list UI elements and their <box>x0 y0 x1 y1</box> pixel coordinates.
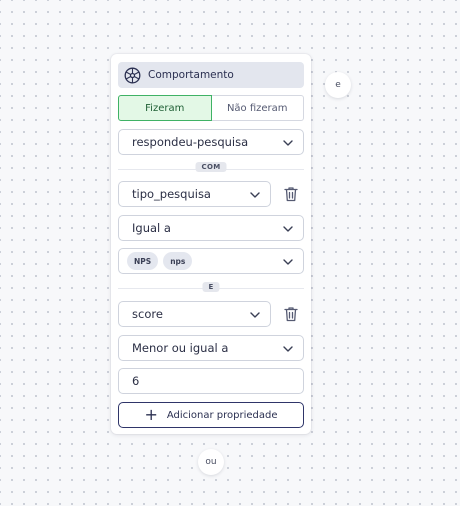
chevron-down-icon <box>250 312 260 318</box>
did-toggle: Fizeram Não fizeram <box>118 95 304 121</box>
with-label: COM <box>195 162 227 172</box>
property1-values-select[interactable]: NPS nps <box>118 248 304 274</box>
chevron-down-icon <box>250 192 260 198</box>
trash-icon[interactable] <box>282 185 300 203</box>
add-property-label: Adicionar propriedade <box>166 409 278 421</box>
chevron-down-icon <box>283 346 293 352</box>
chevron-down-icon <box>283 226 293 232</box>
chevron-down-icon <box>283 140 293 146</box>
property2-value-text: 6 <box>132 374 140 388</box>
event-select-value: respondeu-pesquisa <box>132 135 249 149</box>
value-tag[interactable]: NPS <box>127 252 159 270</box>
and-label: E <box>202 282 220 292</box>
toggle-did-not-button[interactable]: Não fizeram <box>211 95 304 121</box>
property2-name-value: score <box>132 307 163 321</box>
behavior-filter-card: Comportamento Fizeram Não fizeram respon… <box>111 54 311 434</box>
property2-name-select[interactable]: score <box>118 301 271 327</box>
property2-operator-value: Menor ou igual a <box>132 341 229 355</box>
property1-name-value: tipo_pesquisa <box>132 187 211 201</box>
or-connector-button[interactable]: ou <box>198 449 224 475</box>
chevron-down-icon <box>283 259 293 265</box>
behavior-icon <box>123 66 141 84</box>
property1-operator-value: Igual a <box>132 221 171 235</box>
toggle-did-button[interactable]: Fizeram <box>118 95 212 121</box>
value-tags: NPS nps <box>127 252 197 270</box>
card-header: Comportamento <box>118 62 304 88</box>
property1-name-select[interactable]: tipo_pesquisa <box>118 181 271 207</box>
property1-operator-select[interactable]: Igual a <box>118 215 304 241</box>
and-connector-button[interactable]: e <box>325 72 351 98</box>
value-tag[interactable]: nps <box>163 252 193 270</box>
plus-icon: + <box>144 405 158 424</box>
property2-value-input[interactable]: 6 <box>118 368 304 394</box>
card-title: Comportamento <box>148 69 234 81</box>
add-property-button[interactable]: + Adicionar propriedade <box>118 402 304 428</box>
property2-operator-select[interactable]: Menor ou igual a <box>118 335 304 361</box>
event-select[interactable]: respondeu-pesquisa <box>118 129 304 155</box>
trash-icon[interactable] <box>282 305 300 323</box>
